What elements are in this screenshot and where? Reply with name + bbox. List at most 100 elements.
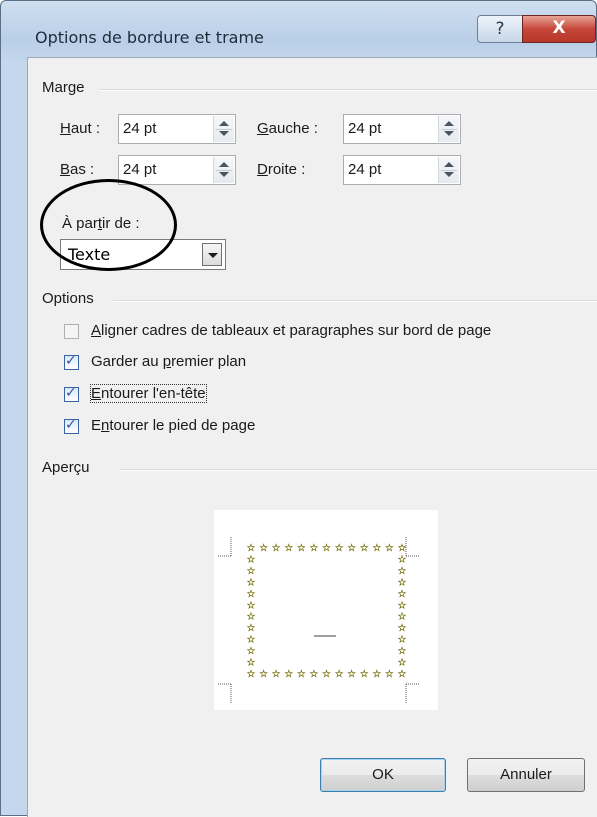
checkmark-icon: ✓: [65, 353, 77, 369]
label-entourer-en-tete[interactable]: Entourer l'en-tête: [90, 384, 207, 403]
label-a-partir-de: À partir de :: [62, 215, 140, 232]
border-preview: ☆ ☆ ☆ ☆ ☆ ☆ ☆ ☆ ☆ ☆ ☆ ☆ ☆ ☆ ☆ ☆ ☆ ☆ ☆ ☆ ☆ ☆ ☆ ☆ ☆ ☆ ☆ ☆ ☆ ☆ ☆ ☆ ☆ ☆ ☆ ☆ ☆ ☆ ☆ ☆…: [214, 510, 438, 710]
border-star: ☆: [259, 543, 268, 554]
checkbox-entourer-pied-de-page[interactable]: ✓: [64, 417, 79, 434]
gauche-value[interactable]: 24 pt: [348, 120, 381, 137]
border-star: ☆: [272, 543, 281, 554]
border-star: ☆: [247, 623, 256, 634]
haut-value[interactable]: 24 pt: [123, 120, 156, 137]
spin-up-icon: [219, 162, 229, 167]
border-star: ☆: [247, 577, 256, 588]
border-star: ☆: [247, 554, 256, 565]
border-star: ☆: [247, 589, 256, 600]
border-star: ☆: [247, 658, 256, 669]
cancel-button[interactable]: Annuler: [467, 758, 585, 792]
border-star: ☆: [247, 566, 256, 577]
border-star: ☆: [398, 554, 407, 565]
border-star: ☆: [372, 543, 381, 554]
spin-up-icon: [444, 121, 454, 126]
star-border: ☆☆☆☆☆☆☆☆☆☆☆☆☆☆☆☆☆☆☆☆☆☆☆☆☆☆☆ ☆☆ ☆☆ ☆☆ ☆☆ ☆☆ ☆☆ ☆…: [246, 543, 407, 680]
bas-value[interactable]: 24 pt: [123, 161, 156, 178]
checkbox-entourer-en-tete[interactable]: ✓: [64, 385, 79, 402]
border-star: ☆: [247, 635, 256, 646]
label-gauche: Gauche :: [257, 120, 318, 137]
label-aligner[interactable]: Aligner cadres de tableaux et paragraphe…: [91, 322, 491, 339]
dropdown-button[interactable]: [202, 243, 222, 266]
droite-value[interactable]: 24 pt: [348, 161, 381, 178]
haut-spinner[interactable]: 24 pt: [118, 114, 236, 144]
border-star: ☆: [309, 543, 318, 554]
border-star: ☆: [398, 589, 407, 600]
border-star: ☆: [398, 658, 407, 669]
gauche-spin-arrows[interactable]: [438, 116, 459, 142]
haut-spin-arrows[interactable]: [213, 116, 234, 142]
border-star: ☆: [398, 623, 407, 634]
spin-down-icon: [219, 131, 229, 136]
border-star: ☆: [247, 669, 256, 680]
spin-up-icon: [219, 121, 229, 126]
close-icon: X: [552, 18, 566, 38]
chevron-down-icon: [208, 253, 218, 258]
spin-down-icon: [444, 131, 454, 136]
border-star: ☆: [398, 543, 407, 554]
border-star: ☆: [398, 577, 407, 588]
checkmark-icon: ✓: [65, 385, 77, 401]
border-star: ☆: [335, 669, 344, 680]
label-haut: Haut :: [60, 120, 101, 137]
droite-spinner[interactable]: 24 pt: [343, 155, 461, 185]
border-star: ☆: [398, 635, 407, 646]
spin-down-icon: [444, 172, 454, 177]
border-star: ☆: [322, 543, 331, 554]
group-divider-options: [113, 300, 597, 302]
group-label-apercu: Aperçu: [42, 459, 90, 476]
group-divider-marge: [101, 89, 597, 91]
border-star: ☆: [398, 600, 407, 611]
label-bas: Bas :: [60, 161, 95, 178]
label-droite: Droite :: [257, 161, 306, 178]
bas-spinner[interactable]: 24 pt: [118, 155, 236, 185]
border-star: ☆: [360, 543, 369, 554]
border-star: ☆: [398, 669, 407, 680]
checkbox-aligner[interactable]: [64, 324, 79, 339]
ok-button[interactable]: OK: [320, 758, 446, 792]
border-star: ☆: [398, 612, 407, 623]
border-star: ☆: [247, 646, 256, 657]
label-garder-premier-plan[interactable]: Garder au premier plan: [91, 353, 246, 370]
group-label-options: Options: [42, 290, 94, 307]
a-partir-de-value[interactable]: Texte: [68, 245, 110, 264]
border-star: ☆: [398, 566, 407, 577]
spin-up-icon: [444, 162, 454, 167]
group-label-marge: Marge: [42, 79, 85, 96]
checkmark-icon: ✓: [65, 417, 77, 433]
bas-spin-arrows[interactable]: [213, 157, 234, 183]
border-star: ☆: [335, 543, 344, 554]
help-icon: ?: [495, 19, 505, 39]
preview-canvas: ☆☆☆☆☆☆☆☆☆☆☆☆☆☆☆☆☆☆☆☆☆☆☆☆☆☆☆ ☆☆ ☆☆ ☆☆ ☆☆ ☆☆ ☆☆ ☆…: [218, 537, 419, 703]
border-star: ☆: [247, 612, 256, 623]
border-star: ☆: [347, 543, 356, 554]
border-star: ☆: [385, 669, 394, 680]
border-star: ☆: [284, 543, 293, 554]
border-star: ☆: [259, 669, 268, 680]
label-entourer-pied-de-page[interactable]: Entourer le pied de page: [91, 417, 255, 434]
help-button[interactable]: ?: [477, 15, 523, 43]
border-star: ☆: [347, 669, 356, 680]
a-partir-de-dropdown[interactable]: Texte: [60, 239, 226, 270]
border-star: ☆: [272, 669, 281, 680]
border-star: ☆: [398, 646, 407, 657]
group-divider-apercu: [120, 469, 597, 471]
checkbox-garder-premier-plan[interactable]: ✓: [64, 353, 79, 370]
border-star: ☆: [247, 600, 256, 611]
droite-spin-arrows[interactable]: [438, 157, 459, 183]
border-star: ☆: [297, 669, 306, 680]
close-button[interactable]: X: [522, 15, 596, 43]
dialog-title: Options de bordure et trame: [35, 28, 264, 47]
border-star: ☆: [247, 543, 256, 554]
border-star: ☆: [309, 669, 318, 680]
border-star: ☆: [372, 669, 381, 680]
dialog-window: Options de bordure et trame ? X Marge Ha…: [0, 0, 597, 817]
border-star: ☆: [297, 543, 306, 554]
border-star: ☆: [284, 669, 293, 680]
border-star: ☆: [385, 543, 394, 554]
gauche-spinner[interactable]: 24 pt: [343, 114, 461, 144]
